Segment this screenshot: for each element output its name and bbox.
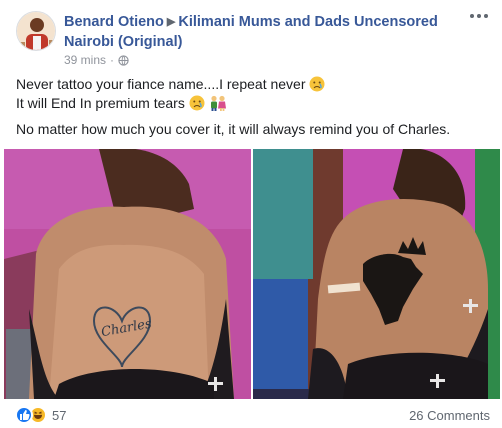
meta-separator: · [110, 53, 115, 67]
post-text-line-1: Never tattoo your fiance name....I repea… [16, 75, 491, 94]
post-text-line-3: No matter how much you cover it, it will… [16, 120, 491, 139]
post-text: Never tattoo your fiance name....I repea… [16, 76, 306, 92]
post-time[interactable]: 39 mins [64, 53, 106, 67]
post-header: Benard Otieno ▶ Kilimani Mums and Dads Unc… [64, 12, 474, 52]
post-meta: 39 mins · [64, 53, 129, 67]
reactions-summary[interactable]: 57 [15, 406, 66, 424]
post-footer: 57 26 Comments [0, 400, 502, 428]
feed-post: Benard Otieno ▶ Kilimani Mums and Dads Unc… [0, 0, 502, 428]
post-photo-heart-tattoo[interactable]: Charles [4, 149, 251, 399]
crying-face-icon [309, 76, 325, 92]
couple-icon [210, 95, 226, 111]
post-photo-africa-tattoo[interactable] [253, 149, 500, 399]
more-options-icon[interactable] [470, 14, 488, 18]
crying-face-icon [189, 95, 205, 111]
post-text: No matter how much you cover it, it will… [16, 121, 451, 137]
globe-icon [118, 54, 129, 66]
author-avatar[interactable] [16, 11, 56, 51]
arrow-right-icon: ▶ [166, 16, 176, 28]
comments-count-link[interactable]: 26 Comments [409, 408, 490, 423]
post-text-line-2: It will End In premium tears [16, 94, 491, 113]
author-name[interactable]: Benard Otieno [64, 14, 164, 30]
reaction-count: 57 [52, 407, 67, 423]
like-reaction-icon [15, 406, 33, 424]
post-text: It will End In premium tears [16, 95, 185, 111]
